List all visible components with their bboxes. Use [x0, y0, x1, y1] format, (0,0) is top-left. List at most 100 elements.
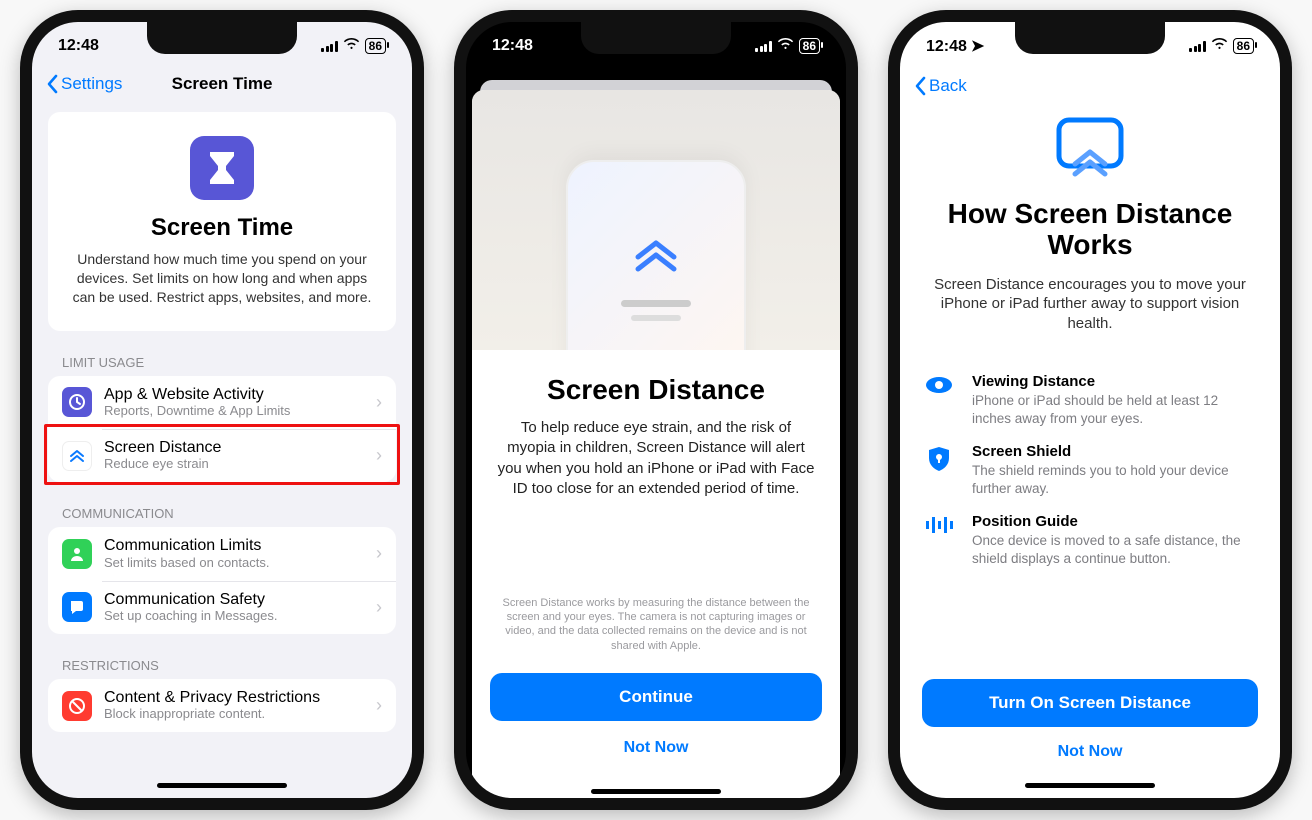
feature-text: iPhone or iPad should be held at least 1…	[972, 392, 1258, 427]
feature-title: Position Guide	[972, 513, 1258, 530]
wifi-icon	[1211, 37, 1228, 55]
back-button[interactable]: Settings	[46, 74, 122, 94]
phone-frame-3: 12:48➤ 86 Back How Screen Distance Works…	[888, 10, 1292, 810]
status-time: 12:48	[492, 37, 533, 55]
row-comm-safety[interactable]: Communication SafetySet up coaching in M…	[48, 581, 396, 634]
row-title: Communication Limits	[104, 537, 370, 555]
shield-icon	[922, 443, 956, 497]
hero-title: Screen Time	[66, 214, 378, 242]
modal-description: To help reduce eye strain, and the risk …	[496, 418, 816, 499]
nav-bar: Back	[900, 70, 1280, 100]
modal-fineprint: Screen Distance works by measuring the d…	[496, 596, 816, 663]
row-title: App & Website Activity	[104, 386, 370, 404]
screen-distance-hero-icon	[1053, 114, 1127, 185]
home-indicator[interactable]	[157, 783, 287, 788]
screen-3: 12:48➤ 86 Back How Screen Distance Works…	[900, 22, 1280, 798]
chevron-right-icon: ›	[376, 597, 382, 618]
hero-graphic	[472, 90, 840, 350]
page-description: Screen Distance encourages you to move y…	[922, 275, 1258, 334]
cellular-icon	[321, 40, 338, 52]
status-time: 12:48	[58, 37, 99, 55]
nav-bar: Settings Screen Time	[32, 70, 412, 102]
row-title: Content & Privacy Restrictions	[104, 689, 370, 707]
page-title: Screen Time	[172, 74, 273, 94]
cellular-icon	[1189, 40, 1206, 52]
position-guide-icon	[922, 513, 956, 567]
notch	[147, 22, 297, 54]
back-label: Back	[929, 76, 967, 96]
screen-distance-icon	[62, 441, 92, 471]
home-indicator[interactable]	[591, 789, 721, 794]
continue-button[interactable]: Continue	[490, 673, 822, 721]
feature-list: Viewing Distance iPhone or iPad should be…	[922, 357, 1258, 583]
content-area[interactable]: Screen Time Understand how much time you…	[32, 102, 412, 775]
row-screen-distance[interactable]: Screen DistanceReduce eye strain ›	[48, 429, 396, 482]
chevron-right-icon: ›	[376, 543, 382, 564]
row-title: Communication Safety	[104, 591, 370, 609]
content-area: How Screen Distance Works Screen Distanc…	[900, 100, 1280, 775]
list-group-restr: Content & Privacy RestrictionsBlock inap…	[48, 679, 396, 732]
feature-position-guide: Position Guide Once device is moved to a …	[922, 513, 1258, 567]
battery-icon: 86	[365, 38, 386, 54]
placeholder-line	[621, 300, 691, 307]
section-header-comm: COMMUNICATION	[62, 506, 396, 521]
status-time: 12:48➤	[926, 36, 984, 56]
distance-chevrons-icon	[626, 229, 686, 278]
hero-text: Understand how much time you spend on yo…	[66, 250, 378, 307]
not-now-button[interactable]: Not Now	[472, 727, 840, 781]
row-title: Screen Distance	[104, 439, 370, 457]
feature-text: The shield reminds you to hold your devi…	[972, 462, 1258, 497]
feature-text: Once device is moved to a safe distance,…	[972, 532, 1258, 567]
page-title: How Screen Distance Works	[922, 199, 1258, 261]
row-subtitle: Set up coaching in Messages.	[104, 609, 370, 624]
cellular-icon	[755, 40, 772, 52]
battery-icon: 86	[799, 38, 820, 54]
battery-icon: 86	[1233, 38, 1254, 54]
placeholder-line	[631, 315, 681, 321]
modal-title: Screen Distance	[496, 374, 816, 406]
row-app-activity[interactable]: App & Website ActivityReports, Downtime …	[48, 376, 396, 429]
screen-2: 12:48 86 S	[466, 22, 846, 798]
hero-card: Screen Time Understand how much time you…	[48, 112, 396, 331]
feature-title: Screen Shield	[972, 443, 1258, 460]
screen-1: 12:48 86 Settings Screen Time Screen Tim…	[32, 22, 412, 798]
back-label: Settings	[61, 74, 122, 94]
row-subtitle: Reports, Downtime & App Limits	[104, 404, 370, 419]
phone-frame-1: 12:48 86 Settings Screen Time Screen Tim…	[20, 10, 424, 810]
row-subtitle: Reduce eye strain	[104, 457, 370, 472]
row-content-privacy[interactable]: Content & Privacy RestrictionsBlock inap…	[48, 679, 396, 732]
phone-mock-graphic	[566, 160, 746, 350]
not-now-button[interactable]: Not Now	[922, 731, 1258, 767]
wifi-icon	[343, 37, 360, 55]
phone-frame-2: 12:48 86 S	[454, 10, 858, 810]
list-group-limit: App & Website ActivityReports, Downtime …	[48, 376, 396, 483]
comm-safety-icon	[62, 592, 92, 622]
row-subtitle: Set limits based on contacts.	[104, 556, 370, 571]
row-subtitle: Block inappropriate content.	[104, 707, 370, 722]
feature-screen-shield: Screen Shield The shield reminds you to h…	[922, 443, 1258, 497]
chevron-left-icon	[914, 76, 926, 96]
row-comm-limits[interactable]: Communication LimitsSet limits based on …	[48, 527, 396, 580]
notch	[1015, 22, 1165, 54]
chevron-right-icon: ›	[376, 392, 382, 413]
home-indicator[interactable]	[1025, 783, 1155, 788]
back-button[interactable]: Back	[914, 76, 1266, 96]
section-header-limit: LIMIT USAGE	[62, 355, 396, 370]
app-activity-icon	[62, 387, 92, 417]
modal-sheet: Screen Distance To help reduce eye strai…	[466, 70, 846, 798]
feature-title: Viewing Distance	[972, 373, 1258, 390]
location-icon: ➤	[971, 38, 984, 55]
comm-limits-icon	[62, 539, 92, 569]
turn-on-button[interactable]: Turn On Screen Distance	[922, 679, 1258, 727]
notch	[581, 22, 731, 54]
chevron-right-icon: ›	[376, 695, 382, 716]
eye-icon	[922, 373, 956, 427]
screen-time-app-icon	[190, 136, 254, 200]
chevron-right-icon: ›	[376, 445, 382, 466]
feature-viewing-distance: Viewing Distance iPhone or iPad should be…	[922, 373, 1258, 427]
chevron-left-icon	[46, 74, 58, 94]
sheet-front: Screen Distance To help reduce eye strai…	[472, 90, 840, 798]
wifi-icon	[777, 37, 794, 55]
restrictions-icon	[62, 691, 92, 721]
section-header-restr: RESTRICTIONS	[62, 658, 396, 673]
